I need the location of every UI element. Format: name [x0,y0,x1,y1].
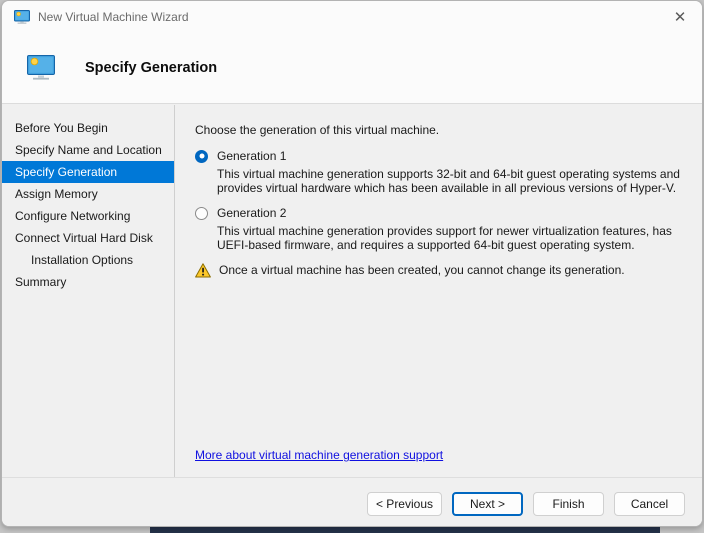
generation-1-option[interactable]: Generation 1 [195,149,702,163]
sidebar-item-configure-networking[interactable]: Configure Networking [2,205,174,227]
generation-1-label[interactable]: Generation 1 [217,149,286,163]
wizard-body: Before You Begin Specify Name and Locati… [2,105,702,477]
wizard-header: Specify Generation [2,33,702,104]
page-title: Specify Generation [85,60,218,76]
sidebar-item-installation-options[interactable]: Installation Options [2,249,174,271]
sidebar-item-specify-generation[interactable]: Specify Generation [2,161,174,183]
window-title: New Virtual Machine Wizard [38,10,189,24]
main-content: Choose the generation of this virtual ma… [175,105,702,477]
sidebar-item-connect-virtual-hard-disk[interactable]: Connect Virtual Hard Disk [2,227,174,249]
generation-support-link[interactable]: More about virtual machine generation su… [195,448,443,462]
instruction-text: Choose the generation of this virtual ma… [195,123,440,137]
warning-text: Once a virtual machine has been created,… [219,263,625,277]
close-icon[interactable]: ✕ [664,4,696,30]
new-vm-wizard-window: New Virtual Machine Wizard ✕ Specify Gen… [1,0,703,527]
sidebar-item-before-you-begin[interactable]: Before You Begin [2,117,174,139]
next-button[interactable]: Next > [452,492,523,516]
finish-button[interactable]: Finish [533,492,604,516]
sidebar-item-summary[interactable]: Summary [2,271,174,293]
generation-2-description: This virtual machine generation provides… [217,224,672,252]
radio-selected-icon[interactable] [195,149,208,163]
generation-2-option[interactable]: Generation 2 [195,206,702,220]
background-window-strip [150,526,660,533]
footer-button-bar: < Previous Next > Finish Cancel [2,477,702,526]
titlebar: New Virtual Machine Wizard ✕ [2,1,702,33]
wizard-steps-sidebar: Before You Begin Specify Name and Locati… [2,105,175,477]
app-monitor-icon [14,10,30,24]
warning-icon [195,263,211,278]
previous-button[interactable]: < Previous [366,492,442,516]
cancel-button[interactable]: Cancel [614,492,685,516]
generation-1-description: This virtual machine generation supports… [217,167,680,195]
wizard-monitor-icon [27,55,55,80]
sidebar-item-assign-memory[interactable]: Assign Memory [2,183,174,205]
radio-unselected-icon[interactable] [195,206,208,220]
generation-2-label[interactable]: Generation 2 [217,206,286,220]
generation-warning: Once a virtual machine has been created,… [195,263,702,278]
sidebar-item-specify-name-and-location[interactable]: Specify Name and Location [2,139,174,161]
